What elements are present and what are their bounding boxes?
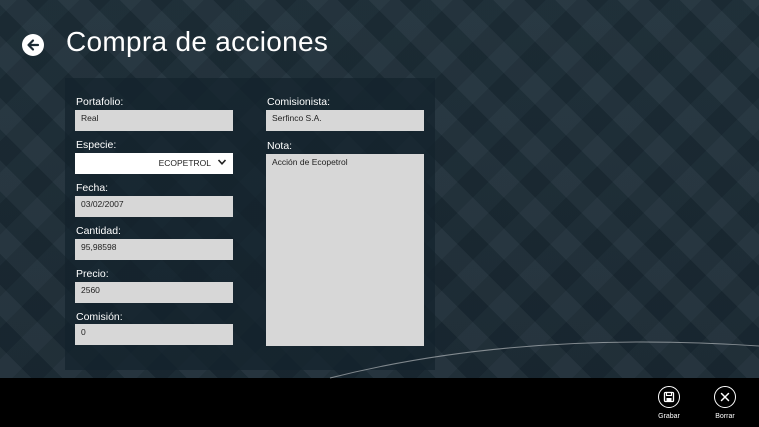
back-button[interactable] — [22, 34, 44, 56]
save-icon-circle — [658, 386, 680, 408]
cantidad-label: Cantidad: — [76, 225, 121, 237]
fecha-field[interactable]: 03/02/2007 — [75, 196, 233, 217]
portafolio-label: Portafolio: — [76, 96, 124, 108]
nota-label: Nota: — [267, 140, 293, 152]
grabar-label: Grabar — [658, 413, 680, 420]
fecha-label: Fecha: — [76, 182, 109, 194]
chevron-down-icon — [217, 159, 227, 165]
app-bar — [0, 378, 759, 427]
comisionista-label: Comisionista: — [267, 96, 331, 108]
comision-label: Comisión: — [76, 311, 123, 323]
grabar-button[interactable]: Grabar — [649, 386, 689, 420]
especie-select[interactable]: ECOPETROL — [75, 153, 233, 174]
close-icon-circle — [714, 386, 736, 408]
close-icon — [720, 392, 730, 402]
nota-textarea[interactable]: Acción de Ecopetrol — [266, 154, 424, 346]
borrar-label: Borrar — [715, 413, 735, 420]
comisionista-field[interactable]: Serfinco S.A. — [266, 110, 424, 131]
especie-selected-value: ECOPETROL — [158, 158, 211, 168]
page-title: Compra de acciones — [66, 26, 329, 57]
precio-label: Precio: — [76, 268, 109, 280]
especie-label: Especie: — [76, 139, 117, 151]
portafolio-field[interactable]: Real — [75, 110, 233, 131]
precio-field[interactable]: 2560 — [75, 282, 233, 303]
cantidad-field[interactable]: 95,98598 — [75, 239, 233, 260]
save-icon — [663, 391, 675, 403]
back-arrow-icon — [27, 39, 40, 51]
borrar-button[interactable]: Borrar — [705, 386, 745, 420]
comision-field[interactable]: 0 — [75, 324, 233, 345]
